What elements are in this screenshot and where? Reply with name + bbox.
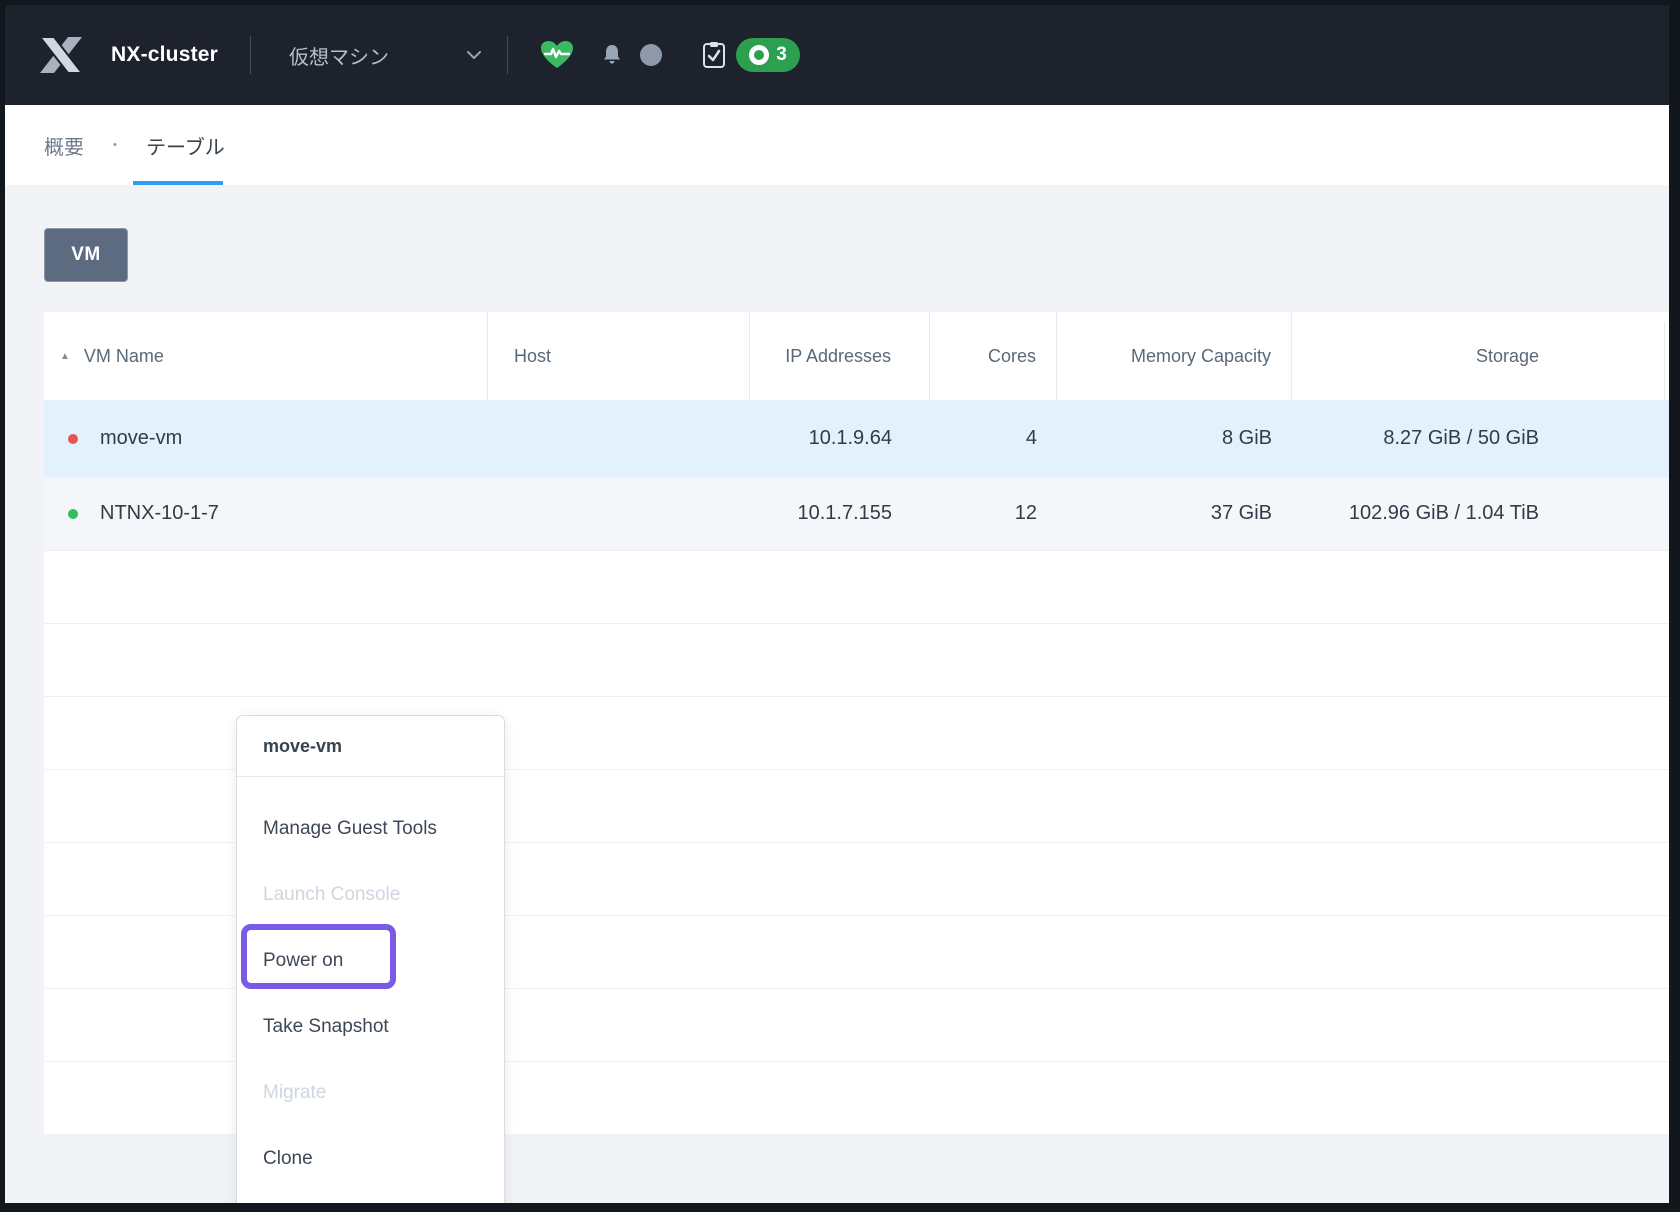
cores-cell: 4 [930,400,1057,477]
context-menu-title: move-vm [237,716,504,776]
cluster-name: NX-cluster [111,43,218,67]
tab-separator: ・ [108,135,122,155]
header-divider [507,36,508,74]
task-count: 3 [776,44,787,66]
notifications-bell-icon[interactable] [600,43,624,67]
entity-dropdown[interactable]: 仮想マシン [289,41,389,70]
cores-cell: 12 [930,477,1057,550]
tab-overview[interactable]: 概要 [44,131,84,160]
top-bar: NX-cluster 仮想マシン 3 [5,5,1669,105]
main-content: VM ▲ VM Name Host IP Addresses Cores Mem… [5,228,1669,1203]
vm-name-link[interactable]: NTNX-10-1-7 [100,502,219,525]
column-header-storage[interactable]: Storage [1292,312,1669,400]
memory-cell: 37 GiB [1057,477,1292,550]
host-cell [488,400,750,477]
vm-name-link[interactable]: move-vm [100,427,182,450]
vm-type-button[interactable]: VM [44,228,128,282]
table-row-move-vm[interactable]: move-vm 10.1.9.64 4 8 GiB 8.27 GiB / 50 … [44,400,1669,477]
menu-item-clone[interactable]: Clone [237,1126,504,1192]
sort-ascending-icon[interactable]: ▲ [60,351,70,362]
user-avatar[interactable] [640,44,662,66]
task-progress-ring-icon [749,45,769,65]
menu-item-update[interactable]: Update [237,1192,504,1203]
storage-cell: 102.96 GiB / 1.04 TiB [1292,477,1669,550]
column-header-memory[interactable]: Memory Capacity [1057,312,1292,400]
column-header-cores[interactable]: Cores [930,312,1057,400]
ip-cell: 10.1.7.155 [750,477,930,550]
table-header-row: ▲ VM Name Host IP Addresses Cores Memory… [44,312,1669,400]
tab-bar: 概要 ・ テーブル [5,105,1669,185]
tasks-clipboard-icon[interactable] [702,41,726,69]
power-off-status-icon [68,434,78,444]
ip-cell: 10.1.9.64 [750,400,930,477]
storage-cell: 8.27 GiB / 50 GiB [1292,400,1669,477]
chevron-down-icon[interactable] [467,51,481,59]
empty-table-row [44,623,1669,696]
power-on-status-icon [68,509,78,519]
health-heart-icon[interactable] [540,40,574,70]
empty-table-row [44,550,1669,623]
host-cell [488,477,750,550]
header-divider [250,36,251,74]
app-window: NX-cluster 仮想マシン 3 概要 ・ テーブル [5,5,1669,1203]
context-menu-items: Manage Guest Tools Launch Console Power … [237,777,504,1203]
menu-item-migrate: Migrate [237,1060,504,1126]
task-status-badge[interactable]: 3 [736,38,800,72]
memory-cell: 8 GiB [1057,400,1292,477]
column-header-vm-name[interactable]: ▲ VM Name [44,312,488,400]
vm-actions-context-menu: move-vm Manage Guest Tools Launch Consol… [236,715,505,1203]
menu-item-power-on[interactable]: Power on [237,928,504,994]
column-header-ip[interactable]: IP Addresses [750,312,930,400]
table-row-ntnx[interactable]: NTNX-10-1-7 10.1.7.155 12 37 GiB 102.96 … [44,477,1669,550]
column-header-host[interactable]: Host [488,312,750,400]
tab-table[interactable]: テーブル [146,131,225,160]
active-tab-indicator [133,181,223,185]
menu-item-launch-console: Launch Console [237,862,504,928]
menu-item-take-snapshot[interactable]: Take Snapshot [237,994,504,1060]
menu-item-manage-guest-tools[interactable]: Manage Guest Tools [237,796,504,862]
nutanix-x-logo-icon[interactable] [39,37,83,73]
